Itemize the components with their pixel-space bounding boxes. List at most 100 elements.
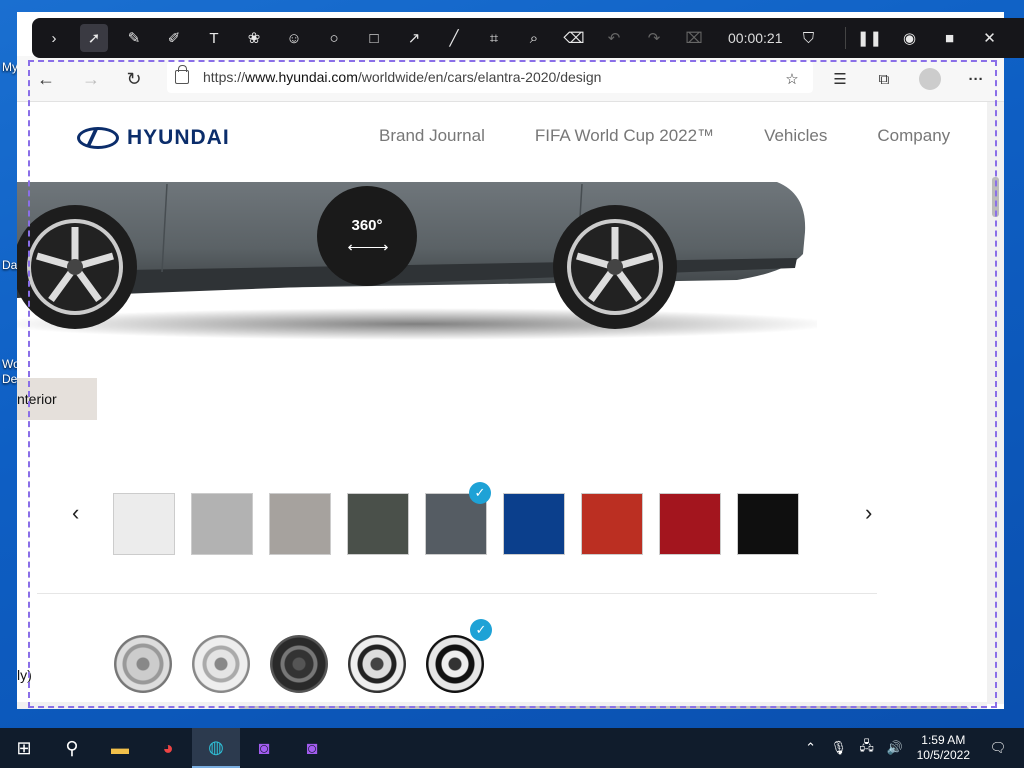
network-icon[interactable]: 🖧 (855, 737, 879, 759)
file-explorer-icon[interactable]: ▬ (96, 728, 144, 768)
edge-icon[interactable]: ◍ (192, 728, 240, 768)
site-header: HYUNDAI Brand Journal FIFA World Cup 202… (17, 102, 987, 172)
pointer-icon[interactable]: ➚ (80, 24, 108, 52)
eraser-icon[interactable]: ⌫ (560, 24, 588, 52)
selected-check-icon: ✓ (469, 482, 491, 504)
address-bar-row: ← → ↻ https://www.hyundai.com/worldwide/… (17, 56, 1004, 102)
selected-check-icon: ✓ (470, 619, 492, 641)
profile-avatar[interactable] (919, 68, 941, 90)
side-note-text: ly) (17, 667, 32, 683)
magnifier-icon[interactable]: ⌕ (520, 24, 548, 52)
clock-time: 1:59 AM (921, 733, 966, 747)
undo-icon[interactable]: ↶ (600, 24, 628, 52)
url-text: https://www.hyundai.com/worldwide/en/car… (203, 69, 602, 85)
color-selector: ‹ › ✓ (17, 482, 987, 555)
vertical-scrollbar[interactable] (987, 102, 1004, 704)
toolbar-separator (844, 27, 846, 49)
wheel-option[interactable] (114, 635, 172, 693)
forward-arrow-icon[interactable]: → (78, 66, 104, 92)
circle-icon[interactable]: ○ (320, 24, 348, 52)
taskbar: ⊞ ⚲ ▬ ◕ ◍ ◙ ◙ ⌃ 🎙 🖧 🔊 1:59 AM 10/5/2022 … (0, 728, 1024, 768)
wheel-option[interactable] (270, 635, 328, 693)
emoji-icon[interactable]: ☺ (280, 24, 308, 52)
wheel-option[interactable] (426, 635, 484, 693)
desktop-label[interactable]: My (2, 60, 18, 74)
car-viewer[interactable]: 360° ⟵⟶ (17, 172, 987, 352)
add-favorite-icon[interactable]: ☆ (781, 68, 803, 90)
browser-window: ← → ↻ https://www.hyundai.com/worldwide/… (17, 12, 1004, 709)
color-swatch[interactable] (191, 493, 253, 555)
collections-icon[interactable]: ⧉ (873, 68, 895, 90)
nav-fifa-world-cup[interactable]: FIFA World Cup 2022™ (535, 126, 714, 146)
brand-wordmark: HYUNDAI (127, 126, 230, 149)
expand-icon[interactable]: › (40, 24, 68, 52)
pause-icon[interactable]: ❚❚ (856, 24, 884, 52)
microphone-icon[interactable]: 🎙 (827, 740, 851, 756)
camera-icon[interactable]: ◉ (896, 24, 924, 52)
windows-start-icon[interactable]: ⊞ (0, 728, 48, 768)
recording-timer: 00:00:21 (728, 30, 783, 46)
horizontal-scroll-thumb[interactable] (239, 706, 969, 709)
close-icon[interactable]: ✕ (976, 24, 1004, 52)
desktop-label[interactable]: De (2, 372, 17, 386)
line-icon[interactable]: ╱ (440, 24, 468, 52)
color-swatch[interactable] (737, 493, 799, 555)
car-image (17, 182, 817, 340)
vertical-scroll-thumb[interactable] (992, 177, 999, 217)
desktop-label[interactable]: Da (2, 258, 17, 272)
main-nav: Brand Journal FIFA World Cup 2022™ Vehic… (379, 126, 987, 146)
chevron-up-icon[interactable]: ⌃ (799, 740, 823, 756)
rotate-arrow-icon: ⟵⟶ (347, 238, 388, 256)
rectangle-icon[interactable]: □ (360, 24, 388, 52)
horizontal-scrollbar[interactable] (17, 702, 987, 709)
stop-icon[interactable]: ■ (936, 24, 964, 52)
wheel-option[interactable] (348, 635, 406, 693)
web-page: HYUNDAI Brand Journal FIFA World Cup 202… (17, 102, 987, 702)
color-swatch[interactable] (347, 493, 409, 555)
wheel-selector: ✓ (17, 619, 987, 697)
clear-icon[interactable]: ⌧ (680, 24, 708, 52)
redo-icon[interactable]: ↷ (640, 24, 668, 52)
back-arrow-icon[interactable]: ← (33, 66, 59, 92)
next-color-arrow-icon[interactable]: › (865, 500, 872, 526)
color-swatch[interactable] (581, 493, 643, 555)
nav-brand-journal[interactable]: Brand Journal (379, 126, 485, 146)
color-swatch[interactable] (269, 493, 331, 555)
refresh-icon[interactable]: ↻ (121, 66, 147, 92)
screen-recorder-alt-icon[interactable]: ◙ (288, 728, 336, 768)
pen-icon[interactable]: ✎ (120, 24, 148, 52)
ocr-icon[interactable]: ⌗ (480, 24, 508, 52)
blur-icon[interactable]: ❀ (240, 24, 268, 52)
highlighter-icon[interactable]: ✐ (160, 24, 188, 52)
clock[interactable]: 1:59 AM 10/5/2022 (917, 733, 970, 763)
favorites-icon[interactable]: ☰ (829, 68, 851, 90)
360-label: 360° (351, 216, 383, 234)
system-tray: ⌃ 🎙 🖧 🔊 1:59 AM 10/5/2022 🗨 (797, 728, 1024, 768)
prev-color-arrow-icon[interactable]: ‹ (72, 500, 79, 526)
section-divider (37, 593, 877, 594)
volume-icon[interactable]: 🔊 (883, 740, 907, 756)
nav-vehicles[interactable]: Vehicles (764, 126, 827, 146)
url-field[interactable]: https://www.hyundai.com/worldwide/en/car… (167, 61, 813, 93)
tab-interior[interactable]: nterior (17, 378, 97, 420)
clock-date: 10/5/2022 (916, 748, 970, 762)
search-icon[interactable]: ⚲ (48, 728, 96, 768)
color-swatch[interactable] (503, 493, 565, 555)
lock-icon (175, 65, 189, 84)
text-icon[interactable]: T (200, 24, 228, 52)
chrome-icon[interactable]: ◕ (144, 728, 192, 768)
wheel-option[interactable] (192, 635, 250, 693)
hyundai-logo-icon (77, 127, 119, 149)
arrow-icon[interactable]: ↗ (400, 24, 428, 52)
color-swatch[interactable] (659, 493, 721, 555)
tab-interior-label: nterior (17, 391, 57, 407)
color-swatch[interactable] (113, 493, 175, 555)
hyundai-logo[interactable]: HYUNDAI (77, 126, 230, 150)
notification-icon[interactable]: 🗨 (986, 740, 1010, 756)
screen-recorder-icon[interactable]: ◙ (240, 728, 288, 768)
360-view-button[interactable]: 360° ⟵⟶ (317, 186, 417, 286)
recorder-toolbar: › ➚ ✎ ✐ T ❀ ☺ ○ □ ↗ ╱ ⌗ ⌕ ⌫ ↶ ↷ ⌧ 00:00:… (32, 18, 1024, 58)
more-menu-icon[interactable]: ··· (965, 68, 987, 90)
shield-icon[interactable]: ⛉ (795, 24, 823, 52)
nav-company[interactable]: Company (877, 126, 950, 146)
